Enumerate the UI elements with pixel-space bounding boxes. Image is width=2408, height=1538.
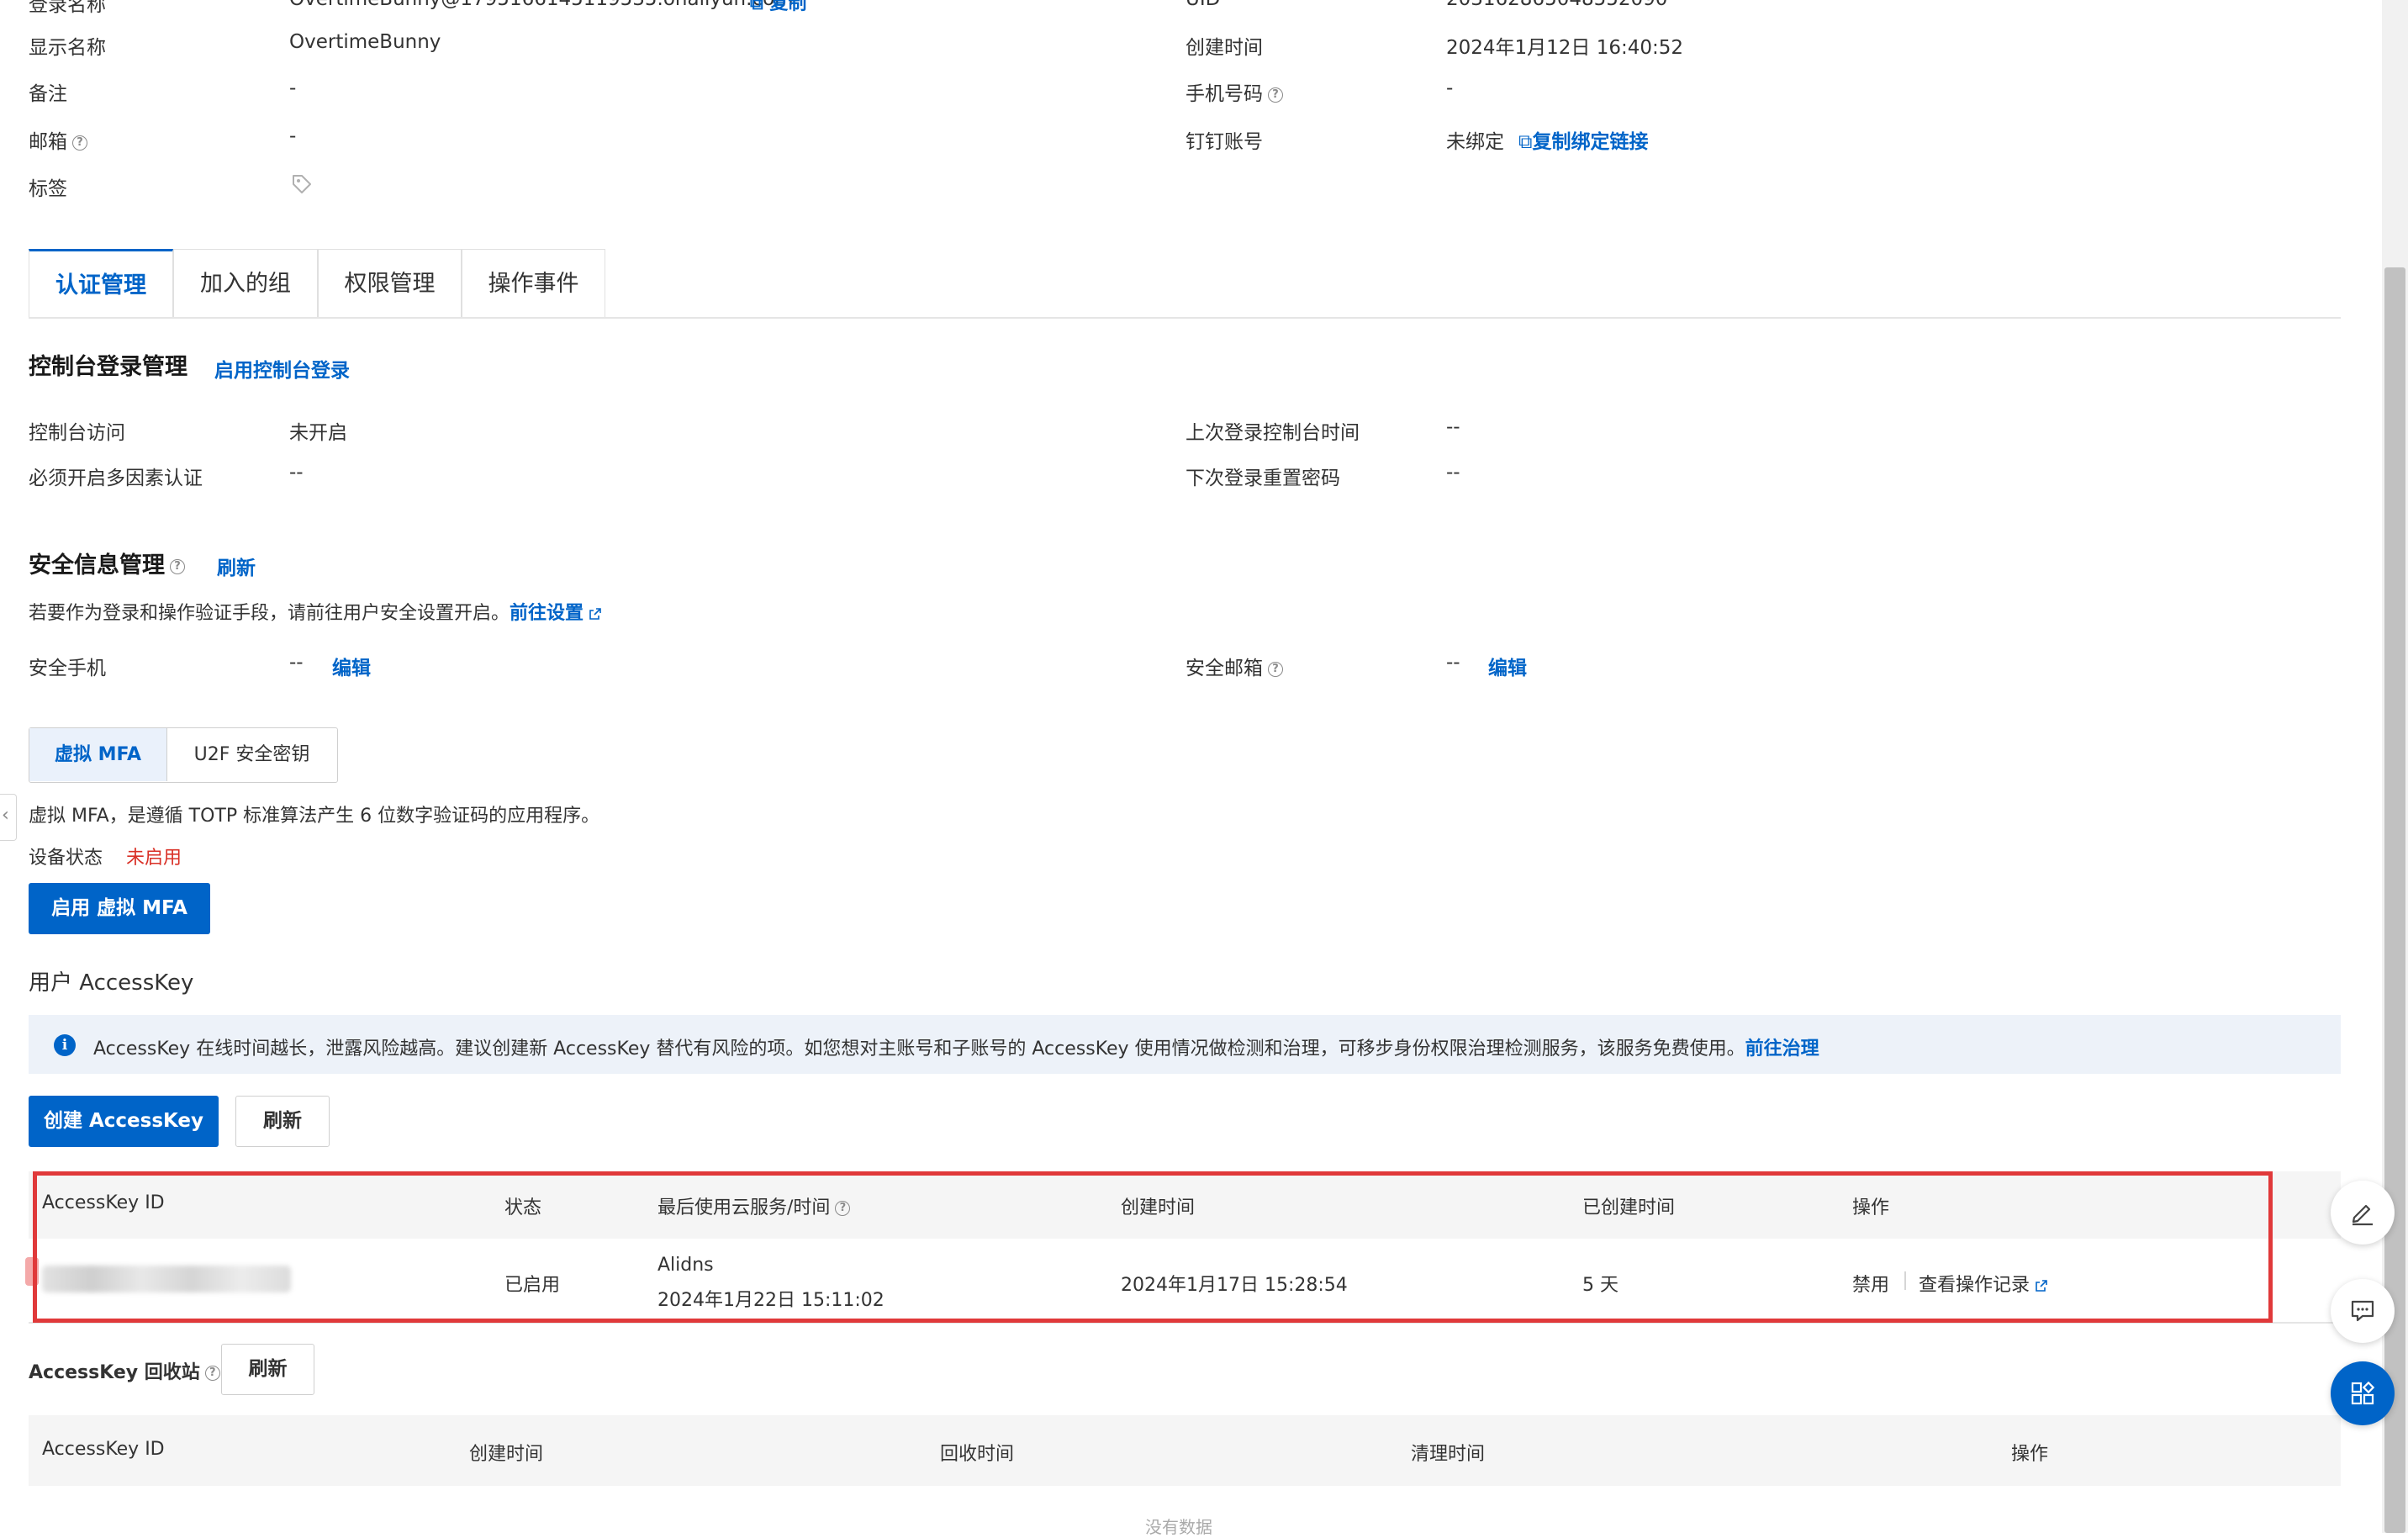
help-icon[interactable]: ? xyxy=(204,1366,220,1381)
security-refresh-link[interactable]: 刷新 xyxy=(217,552,256,580)
security-phone-value: -- xyxy=(289,652,304,674)
chevron-left-icon: ‹ xyxy=(2,805,9,826)
display-name-value: OvertimeBunny xyxy=(289,31,441,53)
empty-text: 没有数据 xyxy=(1145,1517,1212,1537)
copy-binding-link[interactable]: ⧉复制绑定链接 xyxy=(1518,125,1648,154)
display-name-label: 显示名称 xyxy=(29,37,106,59)
created-label: 创建时间 xyxy=(1186,37,1263,59)
goto-governance-link[interactable]: 前往治理 xyxy=(1745,1039,1819,1060)
edit-email-link[interactable]: 编辑 xyxy=(1488,652,1527,680)
edit-icon xyxy=(2352,1204,2373,1226)
col-cleanup: 清理时间 xyxy=(1411,1444,1486,1465)
reset-password-label: 下次登录重置密码 xyxy=(1186,468,1340,489)
login-name-value: OvertimeBunny@1795166145119535.onaliyun.… xyxy=(289,0,794,10)
copy-icon: ⧉ xyxy=(1518,131,1533,153)
copy-icon: ⧉ xyxy=(750,0,763,14)
mfa-required-label: 必须开启多因素认证 xyxy=(29,468,203,489)
highlight-annotation xyxy=(33,1171,2273,1323)
device-status-value: 未启用 xyxy=(126,848,182,869)
tab-permission-management[interactable]: 权限管理 xyxy=(318,249,462,318)
uid-label: UID xyxy=(1186,0,1220,10)
apps-icon xyxy=(2351,1381,2375,1405)
recycle-refresh-button[interactable]: 刷新 xyxy=(221,1344,314,1395)
info-icon: i xyxy=(54,1034,76,1056)
accesskey-refresh-button[interactable]: 刷新 xyxy=(235,1096,330,1147)
chat-icon xyxy=(2351,1300,2374,1322)
reset-password-value: -- xyxy=(1446,462,1460,484)
tab-divider xyxy=(29,317,2341,319)
mfa-required-value: -- xyxy=(289,462,304,484)
uid-value: 203162865048552090 xyxy=(1446,0,1667,10)
security-description: 若要作为登录和操作验证手段，请前往用户安全设置开启。前往设置 xyxy=(29,598,602,625)
remark-value: - xyxy=(289,77,297,99)
created-value: 2024年1月12日 16:40:52 xyxy=(1446,37,1684,59)
device-status-label: 设备状态 xyxy=(29,848,103,869)
help-icon[interactable]: ? xyxy=(170,558,185,574)
external-link-icon xyxy=(589,608,601,620)
col-created: 创建时间 xyxy=(469,1444,544,1465)
edit-phone-link[interactable]: 编辑 xyxy=(332,652,371,680)
tags-label: 标签 xyxy=(29,178,67,200)
tab-operation-events[interactable]: 操作事件 xyxy=(462,249,605,318)
remark-label: 备注 xyxy=(29,83,67,105)
recycle-table-header xyxy=(29,1415,2341,1486)
last-login-label: 上次登录控制台时间 xyxy=(1186,422,1360,444)
enable-console-login-link[interactable]: 启用控制台登录 xyxy=(214,354,350,383)
last-login-value: -- xyxy=(1446,416,1460,438)
security-phone-label: 安全手机 xyxy=(29,658,106,679)
console-access-value: 未开启 xyxy=(289,422,347,444)
tab-virtual-mfa[interactable]: 虚拟 MFA xyxy=(29,728,167,781)
phone-value: - xyxy=(1446,77,1454,99)
goto-settings-link[interactable]: 前往设置 xyxy=(510,603,584,624)
help-icon[interactable]: ? xyxy=(1268,87,1283,103)
console-access-label: 控制台访问 xyxy=(29,422,125,444)
apps-float-button[interactable] xyxy=(2331,1361,2395,1425)
login-name-label: 登录名称 xyxy=(29,0,106,16)
accesskey-title: 用户 AccessKey xyxy=(29,970,194,996)
tab-u2f-key[interactable]: U2F 安全密钥 xyxy=(167,728,336,781)
create-accesskey-button[interactable]: 创建 AccessKey xyxy=(29,1096,219,1147)
email-label: 邮箱? xyxy=(29,125,87,154)
recycle-bin-title: AccessKey 回收站? xyxy=(29,1357,220,1384)
mfa-type-switch: 虚拟 MFA U2F 安全密钥 xyxy=(29,727,338,783)
security-info-title: 安全信息管理? xyxy=(29,547,185,579)
copy-login-name-link[interactable]: ⧉ 复制 xyxy=(750,0,806,15)
tab-auth-management[interactable]: 认证管理 xyxy=(29,249,173,318)
help-icon[interactable]: ? xyxy=(72,135,87,151)
tab-joined-groups[interactable]: 加入的组 xyxy=(173,249,318,318)
col-recycled: 回收时间 xyxy=(940,1444,1015,1465)
help-icon[interactable]: ? xyxy=(1268,661,1283,677)
mfa-description: 虚拟 MFA，是遵循 TOTP 标准算法产生 6 位数字验证码的应用程序。 xyxy=(29,806,600,827)
phone-label: 手机号码? xyxy=(1186,77,1283,106)
console-login-title: 控制台登录管理 xyxy=(29,354,187,380)
feedback-float-button[interactable] xyxy=(2331,1279,2395,1343)
security-email-value: -- xyxy=(1446,652,1460,674)
dingtalk-label: 钉钉账号 xyxy=(1186,131,1263,153)
collapse-sidebar-button[interactable]: ‹ xyxy=(0,794,17,841)
email-value: - xyxy=(289,125,297,147)
accesskey-notice-text: AccessKey 在线时间越长，泄露风险越高。建议创建新 AccessKey … xyxy=(93,1039,1819,1060)
security-email-label: 安全邮箱? xyxy=(1186,652,1283,680)
tag-icon[interactable] xyxy=(291,173,313,195)
edit-float-button[interactable] xyxy=(2331,1181,2395,1245)
col-actions: 操作 xyxy=(2011,1444,2049,1465)
scrollbar-thumb[interactable] xyxy=(2384,267,2405,1533)
enable-virtual-mfa-button[interactable]: 启用 虚拟 MFA xyxy=(29,883,210,934)
dingtalk-value: 未绑定 xyxy=(1446,131,1504,153)
col-accesskey-id: AccessKey ID xyxy=(42,1439,165,1460)
